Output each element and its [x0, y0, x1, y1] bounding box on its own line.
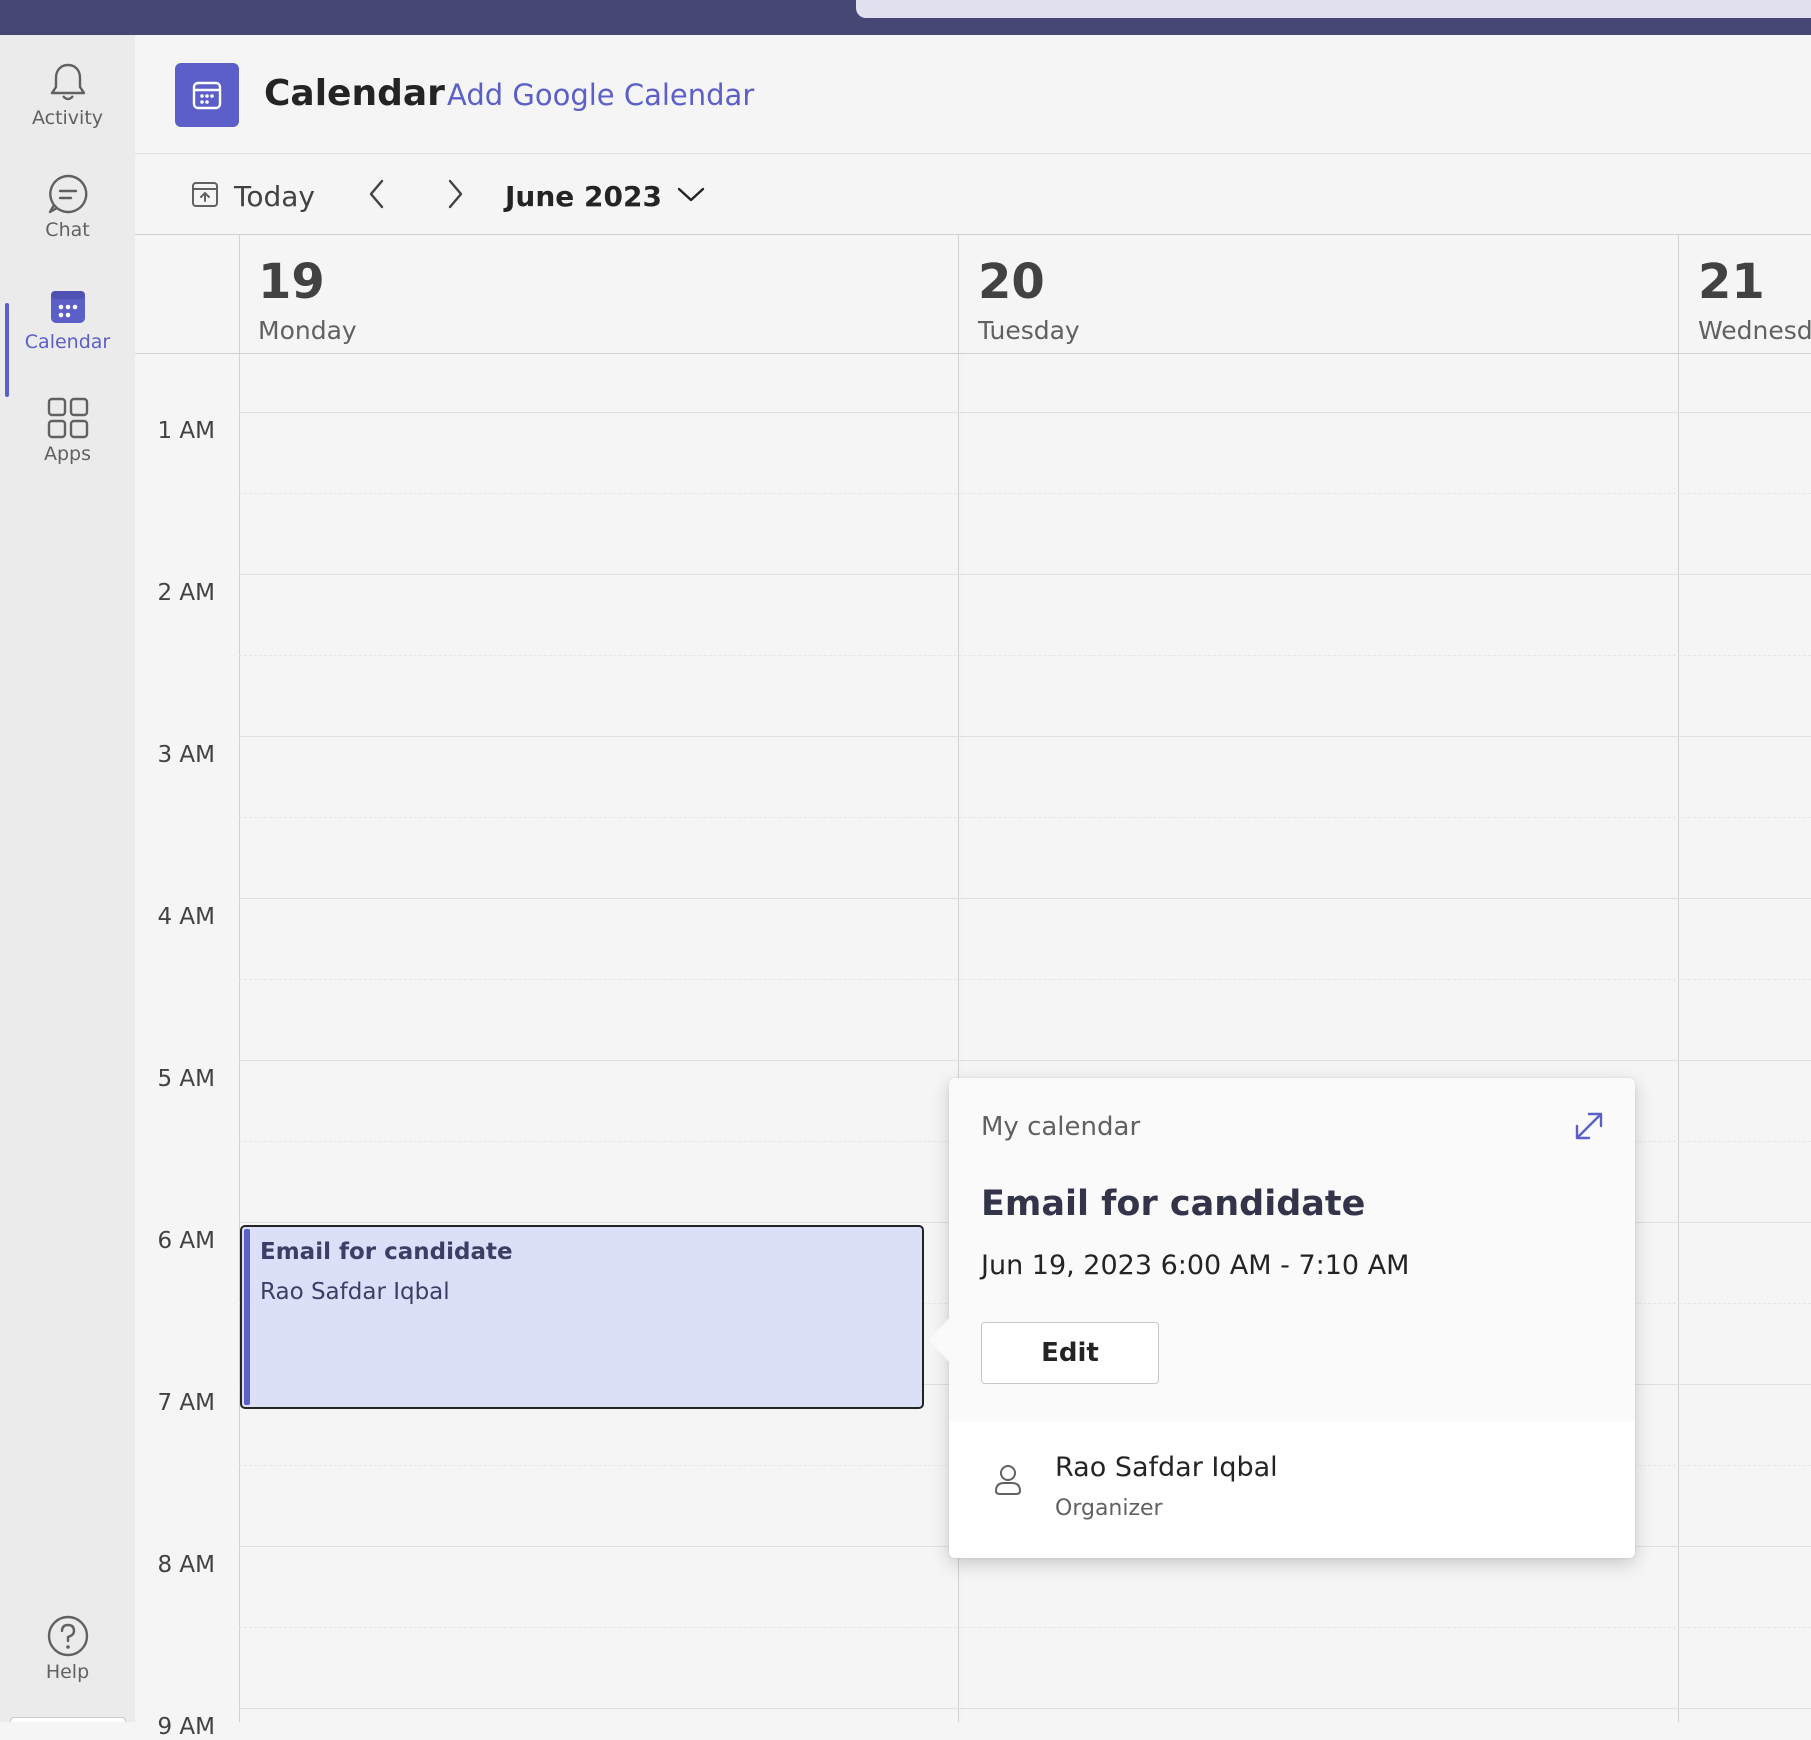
popup-attendees: Rao Safdar Iqbal Organizer: [949, 1422, 1635, 1558]
rail-calendar-label: Calendar: [24, 331, 111, 353]
organizer-role: Organizer: [1055, 1496, 1163, 1521]
today-label: Today: [234, 179, 315, 213]
calendar-today-icon: [190, 179, 220, 213]
today-button[interactable]: Today: [190, 176, 315, 216]
help-icon: [46, 1613, 90, 1659]
add-google-calendar-link[interactable]: Add Google Calendar: [447, 78, 754, 112]
calendar-event[interactable]: Email for candidate Rao Safdar Iqbal: [240, 1225, 924, 1409]
rail-bottom-tab: [10, 1717, 126, 1722]
hour-label: 8 AM: [157, 1552, 215, 1578]
app-header: Calendar Add Google Calendar: [135, 35, 1811, 154]
rail-activity[interactable]: Activity: [0, 45, 135, 145]
event-details-popup: My calendar Email for candidate Jun 19, …: [929, 1078, 1635, 1558]
apps-icon: [46, 395, 90, 441]
title-bar: [0, 0, 1811, 35]
day-header-wednesday[interactable]: 21 Wednesda: [1679, 234, 1811, 354]
half-hour-line: [239, 655, 1811, 656]
chevron-down-icon: [676, 184, 706, 208]
chevron-right-icon: [445, 178, 465, 214]
half-hour-line: [239, 493, 1811, 494]
rail-apps-label: Apps: [43, 443, 92, 465]
hour-label: 4 AM: [157, 904, 215, 930]
day-name: Tuesday: [978, 316, 1080, 345]
day-header-monday[interactable]: 19 Monday: [239, 234, 958, 354]
rail-help[interactable]: Help: [0, 1599, 135, 1699]
hour-label: 6 AM: [157, 1228, 215, 1254]
time-gutter-divider: [239, 234, 240, 1722]
organizer-name[interactable]: Rao Safdar Iqbal: [1055, 1452, 1278, 1483]
hour-label: 3 AM: [157, 742, 215, 768]
popup-calendar-name: My calendar: [981, 1112, 1141, 1142]
hour-label: 7 AM: [157, 1390, 215, 1416]
day-number: 19: [258, 254, 325, 310]
day-number: 21: [1698, 254, 1765, 310]
day-header-tuesday[interactable]: 20 Tuesday: [959, 234, 1678, 354]
day-divider: [1678, 234, 1679, 1722]
search-box[interactable]: [856, 0, 1811, 18]
edit-button[interactable]: Edit: [981, 1322, 1159, 1384]
page-title: Calendar: [264, 73, 445, 114]
half-hour-line: [239, 979, 1811, 980]
event-title: Email for candidate: [260, 1239, 513, 1265]
bell-icon: [48, 59, 88, 105]
day-name: Wednesda: [1698, 316, 1811, 345]
calendar-app-icon: [175, 63, 239, 127]
rail-chat[interactable]: Chat: [0, 157, 135, 257]
expand-icon[interactable]: [1571, 1108, 1607, 1144]
hour-line: [239, 574, 1811, 575]
hour-line: [239, 1060, 1811, 1061]
rail-chat-label: Chat: [45, 219, 90, 241]
rail-apps[interactable]: Apps: [0, 381, 135, 481]
hour-line: [239, 898, 1811, 899]
previous-week-button[interactable]: [357, 176, 397, 216]
calendar-icon: [48, 283, 88, 329]
next-week-button[interactable]: [435, 176, 475, 216]
half-hour-line: [239, 1627, 1811, 1628]
app-rail: Activity Chat Calendar Apps Help: [0, 35, 135, 1722]
hour-label: 2 AM: [157, 580, 215, 606]
hour-label: 5 AM: [157, 1066, 215, 1092]
popup-event-time: Jun 19, 2023 6:00 AM - 7:10 AM: [981, 1250, 1410, 1281]
hour-label: 1 AM: [157, 418, 215, 444]
rail-calendar[interactable]: Calendar: [0, 269, 135, 369]
rail-activity-label: Activity: [31, 107, 104, 129]
popup-pointer: [929, 1318, 949, 1362]
event-organizer: Rao Safdar Iqbal: [260, 1279, 450, 1305]
hour-line: [239, 412, 1811, 413]
event-accent-bar: [244, 1229, 250, 1405]
hour-line: [239, 736, 1811, 737]
half-hour-line: [239, 817, 1811, 818]
calendar-toolbar: Today June 2023: [135, 154, 1811, 235]
hour-label: 9 AM: [157, 1714, 215, 1740]
hour-line: [239, 1708, 1811, 1709]
day-name: Monday: [258, 316, 357, 345]
month-picker[interactable]: June 2023: [505, 176, 706, 216]
day-number: 20: [978, 254, 1045, 310]
popup-event-title: Email for candidate: [981, 1184, 1366, 1224]
chat-icon: [46, 171, 90, 217]
rail-help-label: Help: [45, 1661, 90, 1683]
month-label: June 2023: [505, 179, 662, 213]
person-icon: [993, 1462, 1023, 1500]
chevron-left-icon: [367, 178, 387, 214]
